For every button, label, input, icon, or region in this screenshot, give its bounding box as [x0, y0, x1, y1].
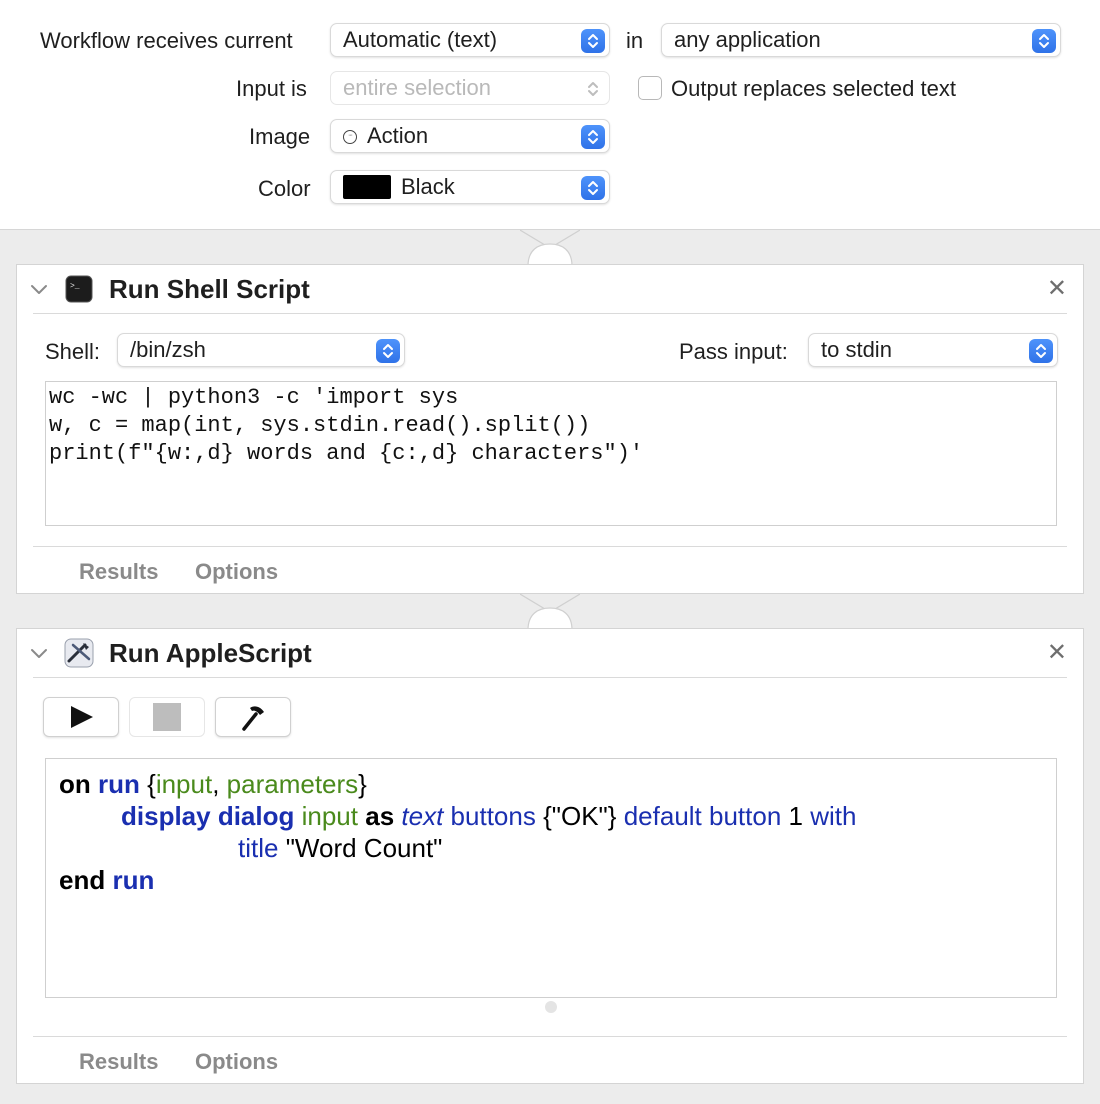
- run-shell-script-action: >_ Run Shell Script ✕ Shell: /bin/zsh Pa…: [16, 264, 1084, 594]
- applescript-icon: [64, 638, 94, 668]
- input-is-popup: entire selection: [330, 71, 610, 105]
- divider: [33, 313, 1067, 314]
- action-icon: ···: [343, 130, 357, 144]
- code-token: run: [98, 769, 140, 799]
- disclosure-chevron-icon[interactable]: [29, 647, 49, 661]
- pass-input-label: Pass input:: [679, 339, 788, 364]
- output-replaces-checkbox[interactable]: [638, 76, 662, 100]
- code-line: display dialog input as text buttons {"O…: [121, 800, 856, 832]
- input-is-value: entire selection: [343, 75, 491, 100]
- image-value: Action: [367, 123, 429, 148]
- run-button[interactable]: [43, 697, 119, 737]
- color-label: Color: [258, 176, 311, 201]
- input-is-label: Input is: [236, 76, 307, 101]
- pass-input-value: to stdin: [821, 337, 892, 362]
- code-token: with: [810, 801, 857, 831]
- popup-stepper-icon: [1029, 339, 1053, 363]
- divider: [33, 677, 1067, 678]
- action-connector: [520, 593, 580, 630]
- code-token: {"OK"}: [543, 801, 617, 831]
- workflow-settings-panel: Workflow receives current Automatic (tex…: [0, 0, 1100, 230]
- action-title: Run Shell Script: [109, 274, 310, 304]
- shell-value: /bin/zsh: [130, 337, 206, 362]
- code-token: title: [238, 833, 279, 863]
- code-token: buttons: [450, 801, 536, 831]
- applescript-editor[interactable]: on run {input, parameters} display dialo…: [45, 758, 1057, 998]
- code-token: }: [358, 769, 367, 799]
- shell-popup[interactable]: /bin/zsh: [117, 333, 405, 367]
- script-line: w, c = map(int, sys.stdin.read().split()…: [49, 413, 591, 438]
- tab-options[interactable]: Options: [195, 559, 278, 585]
- code-token: input: [301, 801, 358, 831]
- popup-stepper-icon: [581, 29, 605, 53]
- code-line: on run {input, parameters}: [59, 768, 367, 800]
- popup-stepper-icon: [581, 125, 605, 149]
- workflow-input-type-popup[interactable]: Automatic (text): [330, 23, 610, 57]
- code-token: text: [401, 801, 444, 831]
- action-connector: [520, 229, 580, 266]
- popup-stepper-icon: [1032, 29, 1056, 53]
- code-token: 1: [788, 801, 803, 831]
- compile-button[interactable]: [215, 697, 291, 737]
- code-token: on: [59, 769, 91, 799]
- code-line: end run: [59, 864, 154, 896]
- in-label: in: [626, 28, 644, 53]
- terminal-icon: >_: [65, 275, 93, 303]
- compile-icon: [242, 706, 264, 731]
- image-popup[interactable]: ··· Action: [330, 119, 610, 153]
- close-icon[interactable]: ✕: [1047, 641, 1067, 665]
- application-popup[interactable]: any application: [661, 23, 1061, 57]
- script-line: wc -wc | python3 -c 'import sys: [49, 385, 459, 410]
- code-token: "Word Count": [285, 833, 443, 863]
- code-token: parameters: [226, 769, 359, 799]
- script-line: print(f"{w:,d} words and {c:,d} characte…: [49, 441, 644, 466]
- code-token: {: [139, 769, 156, 799]
- popup-stepper-icon: [376, 339, 400, 363]
- tab-options[interactable]: Options: [195, 1049, 278, 1075]
- resize-handle[interactable]: [545, 1001, 557, 1013]
- workflow-input-type-value: Automatic (text): [343, 27, 498, 52]
- color-value: Black: [401, 174, 455, 199]
- application-value: any application: [674, 27, 821, 52]
- code-token: input: [155, 769, 213, 799]
- code-token: ,: [212, 769, 227, 799]
- svg-text:>_: >_: [70, 282, 80, 291]
- stop-icon: [153, 703, 181, 731]
- tab-results[interactable]: Results: [79, 559, 158, 585]
- image-label: Image: [249, 124, 311, 149]
- code-token: end: [59, 865, 106, 895]
- stop-button[interactable]: [129, 697, 205, 737]
- color-swatch: [343, 175, 391, 199]
- action-title: Run AppleScript: [109, 638, 312, 668]
- disclosure-chevron-icon[interactable]: [29, 283, 49, 297]
- output-replaces-label: Output replaces selected text: [671, 76, 956, 101]
- run-applescript-action: Run AppleScript ✕ on run {input, paramet…: [16, 628, 1084, 1084]
- close-icon[interactable]: ✕: [1047, 277, 1067, 301]
- popup-stepper-icon: [581, 176, 605, 200]
- code-token: display dialog: [121, 801, 295, 831]
- code-token: default button: [623, 801, 782, 831]
- tab-results[interactable]: Results: [79, 1049, 158, 1075]
- code-token: run: [112, 865, 155, 895]
- shell-script-editor[interactable]: wc -wc | python3 -c 'import sys w, c = m…: [45, 381, 1057, 526]
- popup-stepper-icon: [581, 77, 605, 101]
- pass-input-popup[interactable]: to stdin: [808, 333, 1058, 367]
- divider: [33, 1036, 1067, 1037]
- color-popup[interactable]: Black: [330, 170, 610, 204]
- code-line: title "Word Count": [238, 832, 442, 864]
- workflow-receives-label: Workflow receives current: [40, 28, 293, 53]
- divider: [33, 546, 1067, 547]
- code-token: as: [365, 801, 395, 831]
- run-icon: [71, 706, 93, 728]
- shell-label: Shell:: [45, 339, 101, 364]
